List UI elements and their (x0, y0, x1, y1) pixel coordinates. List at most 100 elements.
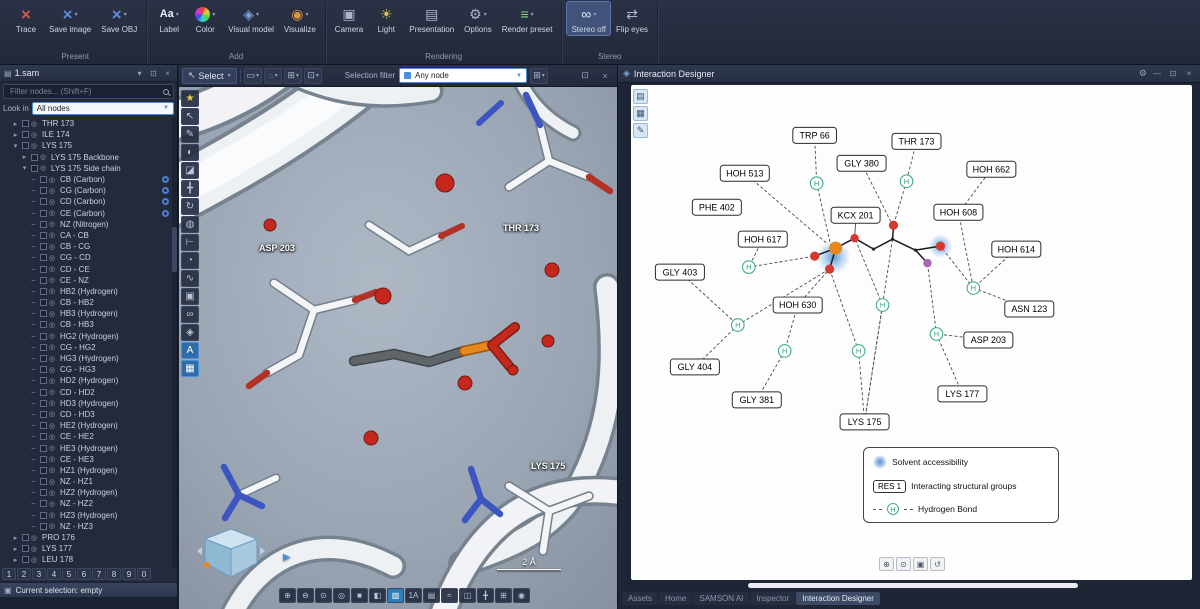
visibility-icon[interactable]: ◎ (49, 209, 58, 217)
visibility-icon[interactable]: ◎ (49, 343, 58, 351)
visualize-button[interactable]: ◉▾Visualize (280, 2, 320, 35)
visual-model-button[interactable]: ◈▾Visual model (224, 2, 278, 35)
preset-button-8[interactable]: 8 (107, 568, 121, 580)
visibility-icon[interactable]: ◎ (49, 265, 58, 273)
phosphorus-atom[interactable] (829, 242, 842, 255)
edit-tool[interactable]: ✎ (181, 126, 199, 143)
visibility-icon[interactable]: ◎ (31, 545, 40, 553)
expander-icon[interactable]: – (29, 500, 38, 507)
print-tool[interactable]: ▤ (423, 588, 440, 603)
visibility-icon[interactable]: ◎ (31, 534, 40, 542)
filter-edit-tool[interactable]: ⊞▾ (530, 68, 548, 84)
play-arrow-icon[interactable]: ▶ (283, 552, 291, 563)
tree-node[interactable]: –◎CG - CD (0, 252, 177, 263)
node-checkbox[interactable] (40, 187, 47, 194)
expander-icon[interactable]: – (29, 355, 38, 362)
preset-button-1[interactable]: 1 (2, 568, 16, 580)
node-checkbox[interactable] (40, 512, 47, 519)
light-button[interactable]: ☀Light (369, 2, 403, 35)
oxygen-atom[interactable] (810, 252, 819, 261)
expander-icon[interactable]: – (29, 400, 38, 407)
node-checkbox[interactable] (40, 210, 47, 217)
visibility-icon[interactable]: ◎ (49, 254, 58, 262)
expander-icon[interactable]: – (29, 411, 38, 418)
visibility-icon[interactable]: ◎ (49, 399, 58, 407)
node-checkbox[interactable] (22, 131, 29, 138)
expander-icon[interactable]: ▸ (11, 120, 20, 128)
visibility-icon[interactable]: ◎ (31, 556, 40, 564)
close-icon[interactable]: × (162, 69, 173, 78)
label-tool[interactable]: ◈ (181, 324, 199, 341)
zoom-region-tool[interactable]: ⊙ (315, 588, 332, 603)
tree-node[interactable]: –◎CG - HG3 (0, 364, 177, 375)
selection-group-tool[interactable]: ⊞▾ (284, 68, 302, 84)
expander-icon[interactable]: – (29, 389, 38, 396)
favorites-tool[interactable]: ★ (181, 90, 199, 107)
visibility-icon[interactable]: ◎ (49, 276, 58, 284)
node-checkbox[interactable] (40, 221, 47, 228)
visibility-icon[interactable]: ◎ (31, 142, 40, 150)
options-button[interactable]: ⚙▾Options (460, 2, 496, 35)
tab-assets[interactable]: Assets (622, 592, 658, 605)
expander-icon[interactable]: – (29, 333, 38, 340)
tree-node[interactable]: –◎CD - CE (0, 263, 177, 274)
gear-icon[interactable]: ⚙ (1139, 68, 1147, 79)
expander-icon[interactable]: – (29, 478, 38, 485)
node-checkbox[interactable] (40, 243, 47, 250)
stereo-tool[interactable]: ∞ (181, 306, 199, 323)
tree-node[interactable]: ▸◎LEU 178 (0, 554, 177, 565)
visibility-icon[interactable]: ◎ (49, 231, 58, 239)
node-checkbox[interactable] (40, 377, 47, 384)
visibility-icon[interactable]: ◎ (49, 511, 58, 519)
look-in-dropdown[interactable]: All nodes ▼ (32, 102, 174, 115)
tree-node[interactable]: ▸◎THR 173 (0, 118, 177, 129)
rotate-tool[interactable]: ↻ (181, 198, 199, 215)
visibility-icon[interactable]: ◎ (49, 410, 58, 418)
visibility-icon[interactable]: ◎ (49, 243, 58, 251)
viewport-close[interactable]: × (596, 68, 614, 84)
node-checkbox[interactable] (40, 198, 47, 205)
scrollbar-thumb[interactable] (172, 227, 177, 272)
node-checkbox[interactable] (22, 120, 29, 127)
fullscreen-tool[interactable]: ⊞ (495, 588, 512, 603)
visibility-icon[interactable]: ◎ (49, 299, 58, 307)
zoom-out-tool[interactable]: ⊖ (297, 588, 314, 603)
node-checkbox[interactable] (40, 333, 47, 340)
tree-node[interactable]: –◎CB - HB3 (0, 319, 177, 330)
tree-node[interactable]: –◎HE2 (Hydrogen) (0, 420, 177, 431)
tree-node[interactable]: ▾◎LYS 175 (0, 140, 177, 151)
tree-node[interactable]: –◎CA - CB (0, 230, 177, 241)
preset-button-2[interactable]: 2 (17, 568, 31, 580)
tree-node[interactable]: ▾◎LYS 175 Side chain (0, 163, 177, 174)
pocket-tool[interactable]: ◍ (181, 216, 199, 233)
select-tool[interactable]: ↖ (181, 108, 199, 125)
tree-node[interactable]: ▸◎LYS 177 (0, 543, 177, 554)
label-button[interactable]: Aa▾Label (152, 2, 186, 35)
close-icon[interactable]: × (1183, 69, 1195, 78)
tree-node[interactable]: –◎HD3 (Hydrogen) (0, 398, 177, 409)
visibility-icon[interactable]: ◎ (49, 187, 58, 195)
tree-node[interactable]: –◎HZ2 (Hydrogen) (0, 487, 177, 498)
trace-button[interactable]: ×Trace (9, 2, 43, 35)
float-icon[interactable]: ⊡ (1167, 69, 1179, 78)
expander-icon[interactable]: – (29, 321, 38, 328)
node-checkbox[interactable] (22, 545, 29, 552)
visibility-icon[interactable]: ◎ (49, 388, 58, 396)
tree-node[interactable]: –◎HG3 (Hydrogen) (0, 353, 177, 364)
preset-button-3[interactable]: 3 (32, 568, 46, 580)
expander-icon[interactable]: – (29, 344, 38, 351)
visibility-icon[interactable]: ◎ (49, 355, 58, 363)
node-checkbox[interactable] (40, 500, 47, 507)
expander-icon[interactable]: – (29, 288, 38, 295)
tree-node[interactable]: –◎CE (Carbon) (0, 208, 177, 219)
node-checkbox[interactable] (40, 266, 47, 273)
zoom-fit-tool[interactable]: ◎ (333, 588, 350, 603)
visibility-icon[interactable]: ◎ (31, 131, 40, 139)
expander-icon[interactable]: – (29, 377, 38, 384)
expander-icon[interactable]: – (29, 266, 38, 273)
node-checkbox[interactable] (40, 456, 47, 463)
expander-icon[interactable]: ▾ (20, 164, 29, 172)
preset-button-9[interactable]: 9 (122, 568, 136, 580)
preset-button-0[interactable]: 0 (137, 568, 151, 580)
render-preset-button[interactable]: ≡▾Render preset (498, 2, 557, 35)
